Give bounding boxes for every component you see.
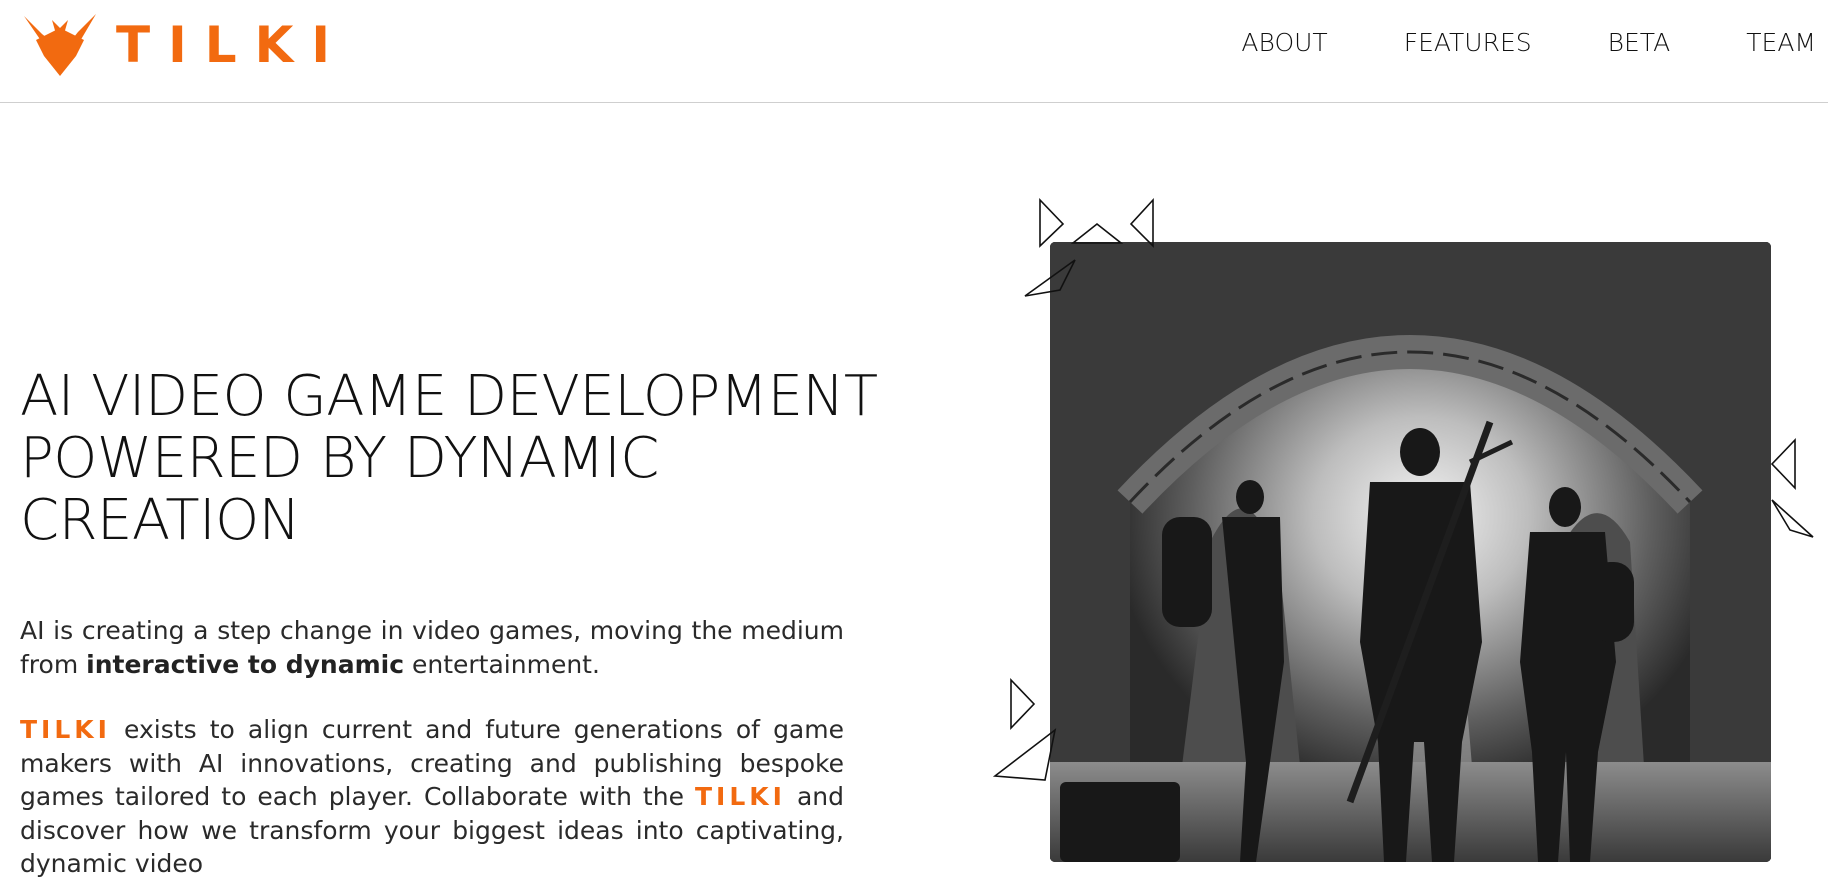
adventurers-in-tunnel-image (1050, 242, 1771, 862)
nav-item-features[interactable]: FEATURES (1404, 28, 1532, 57)
brand-word: TILKI (20, 715, 111, 744)
nav-item-about[interactable]: ABOUT (1241, 28, 1327, 57)
main-nav: ABOUT FEATURES BETA TEAM (1165, 28, 1816, 57)
nav-item-team[interactable]: TEAM (1746, 28, 1816, 57)
site-header: TILKI ABOUT FEATURES BETA TEAM (0, 0, 1828, 103)
mission-paragraph: TILKI exists to align current and future… (20, 713, 844, 881)
brand-name: TILKI (116, 16, 348, 74)
intro-text-end: entertainment. (404, 649, 600, 679)
brand-word: TILKI (694, 782, 786, 811)
hero-title-line: CREATION (20, 488, 301, 553)
nav-item-beta[interactable]: BETA (1608, 28, 1671, 57)
fox-logo-icon (24, 14, 96, 76)
intro-emphasis: interactive to dynamic (86, 649, 405, 679)
hero-title: AI VIDEO GAME DEVELOPMENT POWERED BY DYN… (20, 366, 900, 552)
hero-title-line: AI VIDEO GAME DEVELOPMENT (20, 364, 878, 429)
hero-title-line: POWERED BY DYNAMIC (20, 426, 659, 491)
logo-link[interactable]: TILKI (22, 12, 348, 78)
intro-paragraph: AI is creating a step change in video ga… (20, 614, 844, 681)
